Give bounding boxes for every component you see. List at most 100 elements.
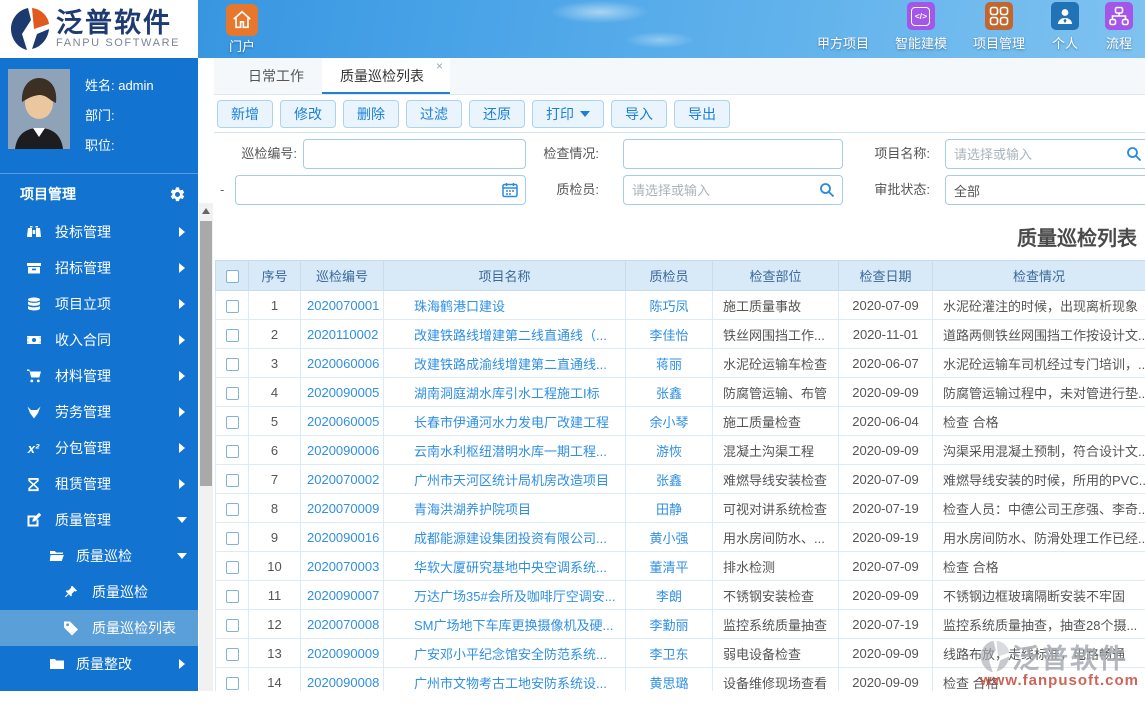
gear-icon[interactable] — [169, 186, 186, 203]
cell-project-link[interactable]: 华软大厦研究基地中央空调系统... — [384, 552, 626, 581]
sidebar-item-quality[interactable]: 质量管理 — [0, 502, 198, 538]
cell-inspector[interactable]: 黄思璐 — [626, 668, 713, 692]
import-button[interactable]: 导入 — [611, 100, 667, 128]
row-checkbox[interactable] — [226, 619, 239, 632]
cell-inspector[interactable]: 余小琴 — [626, 407, 713, 436]
cell-inspector[interactable]: 张鑫 — [626, 465, 713, 494]
row-checkbox[interactable] — [226, 474, 239, 487]
tab-quality-inspection-list[interactable]: 质量巡检列表 × — [322, 58, 450, 94]
sidebar-item-subcontract[interactable]: x² 分包管理 — [0, 430, 198, 466]
cell-project-link[interactable]: 改建铁路成渝线增建第二直通线... — [384, 349, 626, 378]
cell-code-link[interactable]: 2020090008 — [301, 668, 384, 692]
row-checkbox[interactable] — [226, 590, 239, 603]
cell-code-link[interactable]: 2020090006 — [301, 436, 384, 465]
cell-inspector[interactable]: 李勤丽 — [626, 610, 713, 639]
row-checkbox[interactable] — [226, 648, 239, 661]
cell-project-link[interactable]: 广安邓小平纪念馆安全防范系统... — [384, 639, 626, 668]
sidebar-item-quality-inspection-group[interactable]: 质量巡检 — [0, 538, 198, 574]
row-checkbox[interactable] — [226, 329, 239, 342]
project-name-input[interactable] — [945, 139, 1145, 169]
inspection-code-input[interactable] — [303, 139, 526, 169]
add-button[interactable]: 新增 — [217, 100, 273, 128]
cell-inspector[interactable]: 陈巧凤 — [626, 291, 713, 320]
row-checkbox[interactable] — [226, 532, 239, 545]
sidebar-item-labor[interactable]: 劳务管理 — [0, 394, 198, 430]
cell-code-link[interactable]: 2020060006 — [301, 349, 384, 378]
sidebar-item-quality-rectification[interactable]: 质量整改 — [0, 646, 198, 682]
delete-button[interactable]: 删除 — [343, 100, 399, 128]
approval-status-select[interactable] — [945, 175, 1145, 205]
cell-inspector[interactable]: 游恢 — [626, 436, 713, 465]
sidebar-item-quality-inspection[interactable]: 质量巡检 — [0, 574, 198, 610]
row-checkbox[interactable] — [226, 561, 239, 574]
export-button[interactable]: 导出 — [674, 100, 730, 128]
cell-project-link[interactable]: 万达广场35#会所及咖啡厅空调安... — [384, 581, 626, 610]
nav-item-client-projects[interactable]: 甲方项目 — [817, 33, 869, 52]
scrollbar-thumb[interactable] — [200, 221, 212, 486]
edit-button[interactable]: 修改 — [280, 100, 336, 128]
row-checkbox[interactable] — [226, 445, 239, 458]
sidebar-item-income-contract[interactable]: 收入合同 — [0, 322, 198, 358]
scrollbar-up-button[interactable] — [199, 203, 213, 219]
row-checkbox[interactable] — [226, 503, 239, 516]
cell-project-link[interactable]: 改建铁路线增建第二线直通线（... — [384, 320, 626, 349]
cell-code-link[interactable]: 2020110002 — [301, 320, 384, 349]
sidebar-item-materials[interactable]: 材料管理 — [0, 358, 198, 394]
cell-code-link[interactable]: 2020070003 — [301, 552, 384, 581]
cell-project-link[interactable]: 长春市伊通河水力发电厂改建工程 — [384, 407, 626, 436]
row-checkbox[interactable] — [226, 677, 239, 690]
row-checkbox[interactable] — [226, 358, 239, 371]
filter-button[interactable]: 过滤 — [406, 100, 462, 128]
row-checkbox[interactable] — [226, 300, 239, 313]
cell-code-link[interactable]: 2020090005 — [301, 378, 384, 407]
sidebar-item-quality-inspection-list[interactable]: 质量巡检列表 — [0, 610, 198, 646]
row-checkbox[interactable] — [226, 387, 239, 400]
nav-item-portal[interactable]: 门户 — [220, 4, 264, 55]
cell-project-link[interactable]: 珠海鹤港口建设 — [384, 291, 626, 320]
cell-inspector[interactable]: 黄小强 — [626, 523, 713, 552]
cell-code-link[interactable]: 2020070001 — [301, 291, 384, 320]
nav-item-smart-modeling[interactable]: </> 智能建模 — [895, 2, 947, 52]
print-button[interactable]: 打印 — [532, 100, 604, 128]
search-icon[interactable] — [1126, 146, 1142, 162]
cell-inspector[interactable]: 李朗 — [626, 581, 713, 610]
sidebar-item-tendering[interactable]: 招标管理 — [0, 250, 198, 286]
nav-item-workflow[interactable]: 流程 — [1105, 2, 1133, 52]
sidebar-item-leasing[interactable]: 租赁管理 — [0, 466, 198, 502]
cell-inspector[interactable]: 李卫东 — [626, 639, 713, 668]
inspector-input[interactable] — [623, 175, 843, 205]
date-input[interactable] — [235, 175, 526, 205]
sidebar-item-quality-reports[interactable]: 质量报表 — [0, 682, 198, 718]
cell-project-link[interactable]: 广州市文物考古工地安防系统设... — [384, 668, 626, 692]
nav-item-project-management[interactable]: 项目管理 — [973, 2, 1025, 52]
close-icon[interactable]: × — [436, 60, 443, 72]
cell-code-link[interactable]: 2020090007 — [301, 581, 384, 610]
cell-code-link[interactable]: 2020090009 — [301, 639, 384, 668]
select-all-checkbox[interactable] — [226, 270, 239, 283]
scrollbar-track[interactable] — [199, 203, 213, 691]
cell-code-link[interactable]: 2020060005 — [301, 407, 384, 436]
situation-input[interactable] — [623, 139, 843, 169]
sidebar-item-bidding[interactable]: 投标管理 — [0, 214, 198, 250]
cell-inspector[interactable]: 田静 — [626, 494, 713, 523]
cell-inspector[interactable]: 董清平 — [626, 552, 713, 581]
cell-code-link[interactable]: 2020070009 — [301, 494, 384, 523]
cell-project-link[interactable]: 云南水利枢纽潜明水库一期工程... — [384, 436, 626, 465]
cell-project-link[interactable]: 青海洪湖养护院项目 — [384, 494, 626, 523]
cell-project-link[interactable]: SM广场地下车库更换摄像机及硬... — [384, 610, 626, 639]
cell-code-link[interactable]: 2020070002 — [301, 465, 384, 494]
cell-inspector[interactable]: 蒋丽 — [626, 349, 713, 378]
cell-inspector[interactable]: 李佳怡 — [626, 320, 713, 349]
nav-item-personal[interactable]: 个人 — [1051, 2, 1079, 52]
tab-daily-work[interactable]: 日常工作 — [230, 58, 322, 94]
cell-inspector[interactable]: 张鑫 — [626, 378, 713, 407]
search-icon[interactable] — [819, 182, 835, 198]
restore-button[interactable]: 还原 — [469, 100, 525, 128]
cell-project-link[interactable]: 广州市天河区统计局机房改造项目 — [384, 465, 626, 494]
cell-code-link[interactable]: 2020090016 — [301, 523, 384, 552]
cell-project-link[interactable]: 湖南洞庭湖水库引水工程施工I标 — [384, 378, 626, 407]
cell-code-link[interactable]: 2020070008 — [301, 610, 384, 639]
cell-project-link[interactable]: 成都能源建设集团投资有限公司... — [384, 523, 626, 552]
row-checkbox[interactable] — [226, 416, 239, 429]
sidebar-item-project-initiation[interactable]: 项目立项 — [0, 286, 198, 322]
